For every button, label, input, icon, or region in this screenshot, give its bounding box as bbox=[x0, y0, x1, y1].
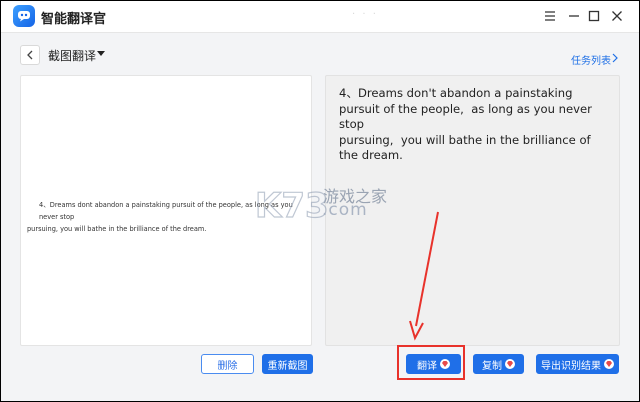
chevron-right-icon[interactable] bbox=[611, 53, 619, 63]
caret-down-icon[interactable] bbox=[96, 48, 106, 58]
minimize-icon[interactable] bbox=[564, 6, 584, 26]
watermark-domain: .com bbox=[322, 200, 368, 220]
divider bbox=[0, 32, 640, 33]
title-bar: 智能翻译官 · · · bbox=[0, 0, 640, 32]
annotation-highlight-box bbox=[397, 345, 465, 380]
export-button-label: 导出识别结果 bbox=[541, 360, 601, 372]
screenshot-preview-text: 4、Dreams dont abandon a painstaking purs… bbox=[27, 199, 309, 235]
copy-button-label: 复制 bbox=[482, 360, 502, 372]
export-result-button[interactable]: 导出识别结果 bbox=[536, 354, 619, 374]
close-icon[interactable] bbox=[607, 6, 627, 26]
vip-diamond-icon bbox=[505, 359, 515, 369]
menu-icon[interactable] bbox=[540, 6, 560, 26]
delete-button[interactable]: 删除 bbox=[201, 354, 254, 374]
app-title: 智能翻译官 bbox=[41, 12, 107, 27]
app-logo-icon bbox=[13, 5, 35, 27]
copy-button[interactable]: 复制 bbox=[473, 354, 524, 374]
task-list-link[interactable]: 任务列表 bbox=[571, 52, 611, 67]
mode-selector-label[interactable]: 截图翻译 bbox=[48, 47, 96, 64]
back-button[interactable] bbox=[20, 45, 40, 65]
vip-diamond-icon bbox=[604, 359, 614, 369]
rescreenshot-button[interactable]: 重新截图 bbox=[262, 354, 313, 374]
rescreenshot-button-label: 重新截图 bbox=[267, 360, 308, 372]
screenshot-line: pursuing, you will bathe in the brillian… bbox=[27, 225, 207, 233]
maximize-icon[interactable] bbox=[584, 6, 604, 26]
screenshot-line: 4、Dreams dont abandon a painstaking purs… bbox=[39, 201, 293, 221]
app-window: 智能翻译官 · · · 截图翻译 任务列表 4、Dreams dont aban… bbox=[0, 0, 640, 402]
chevron-left-icon bbox=[27, 50, 33, 60]
delete-button-label: 删除 bbox=[217, 360, 238, 372]
translation-result-text[interactable]: 4、Dreams don't abandon a painstaking pur… bbox=[339, 86, 611, 164]
title-decoration: · · · bbox=[352, 9, 378, 20]
